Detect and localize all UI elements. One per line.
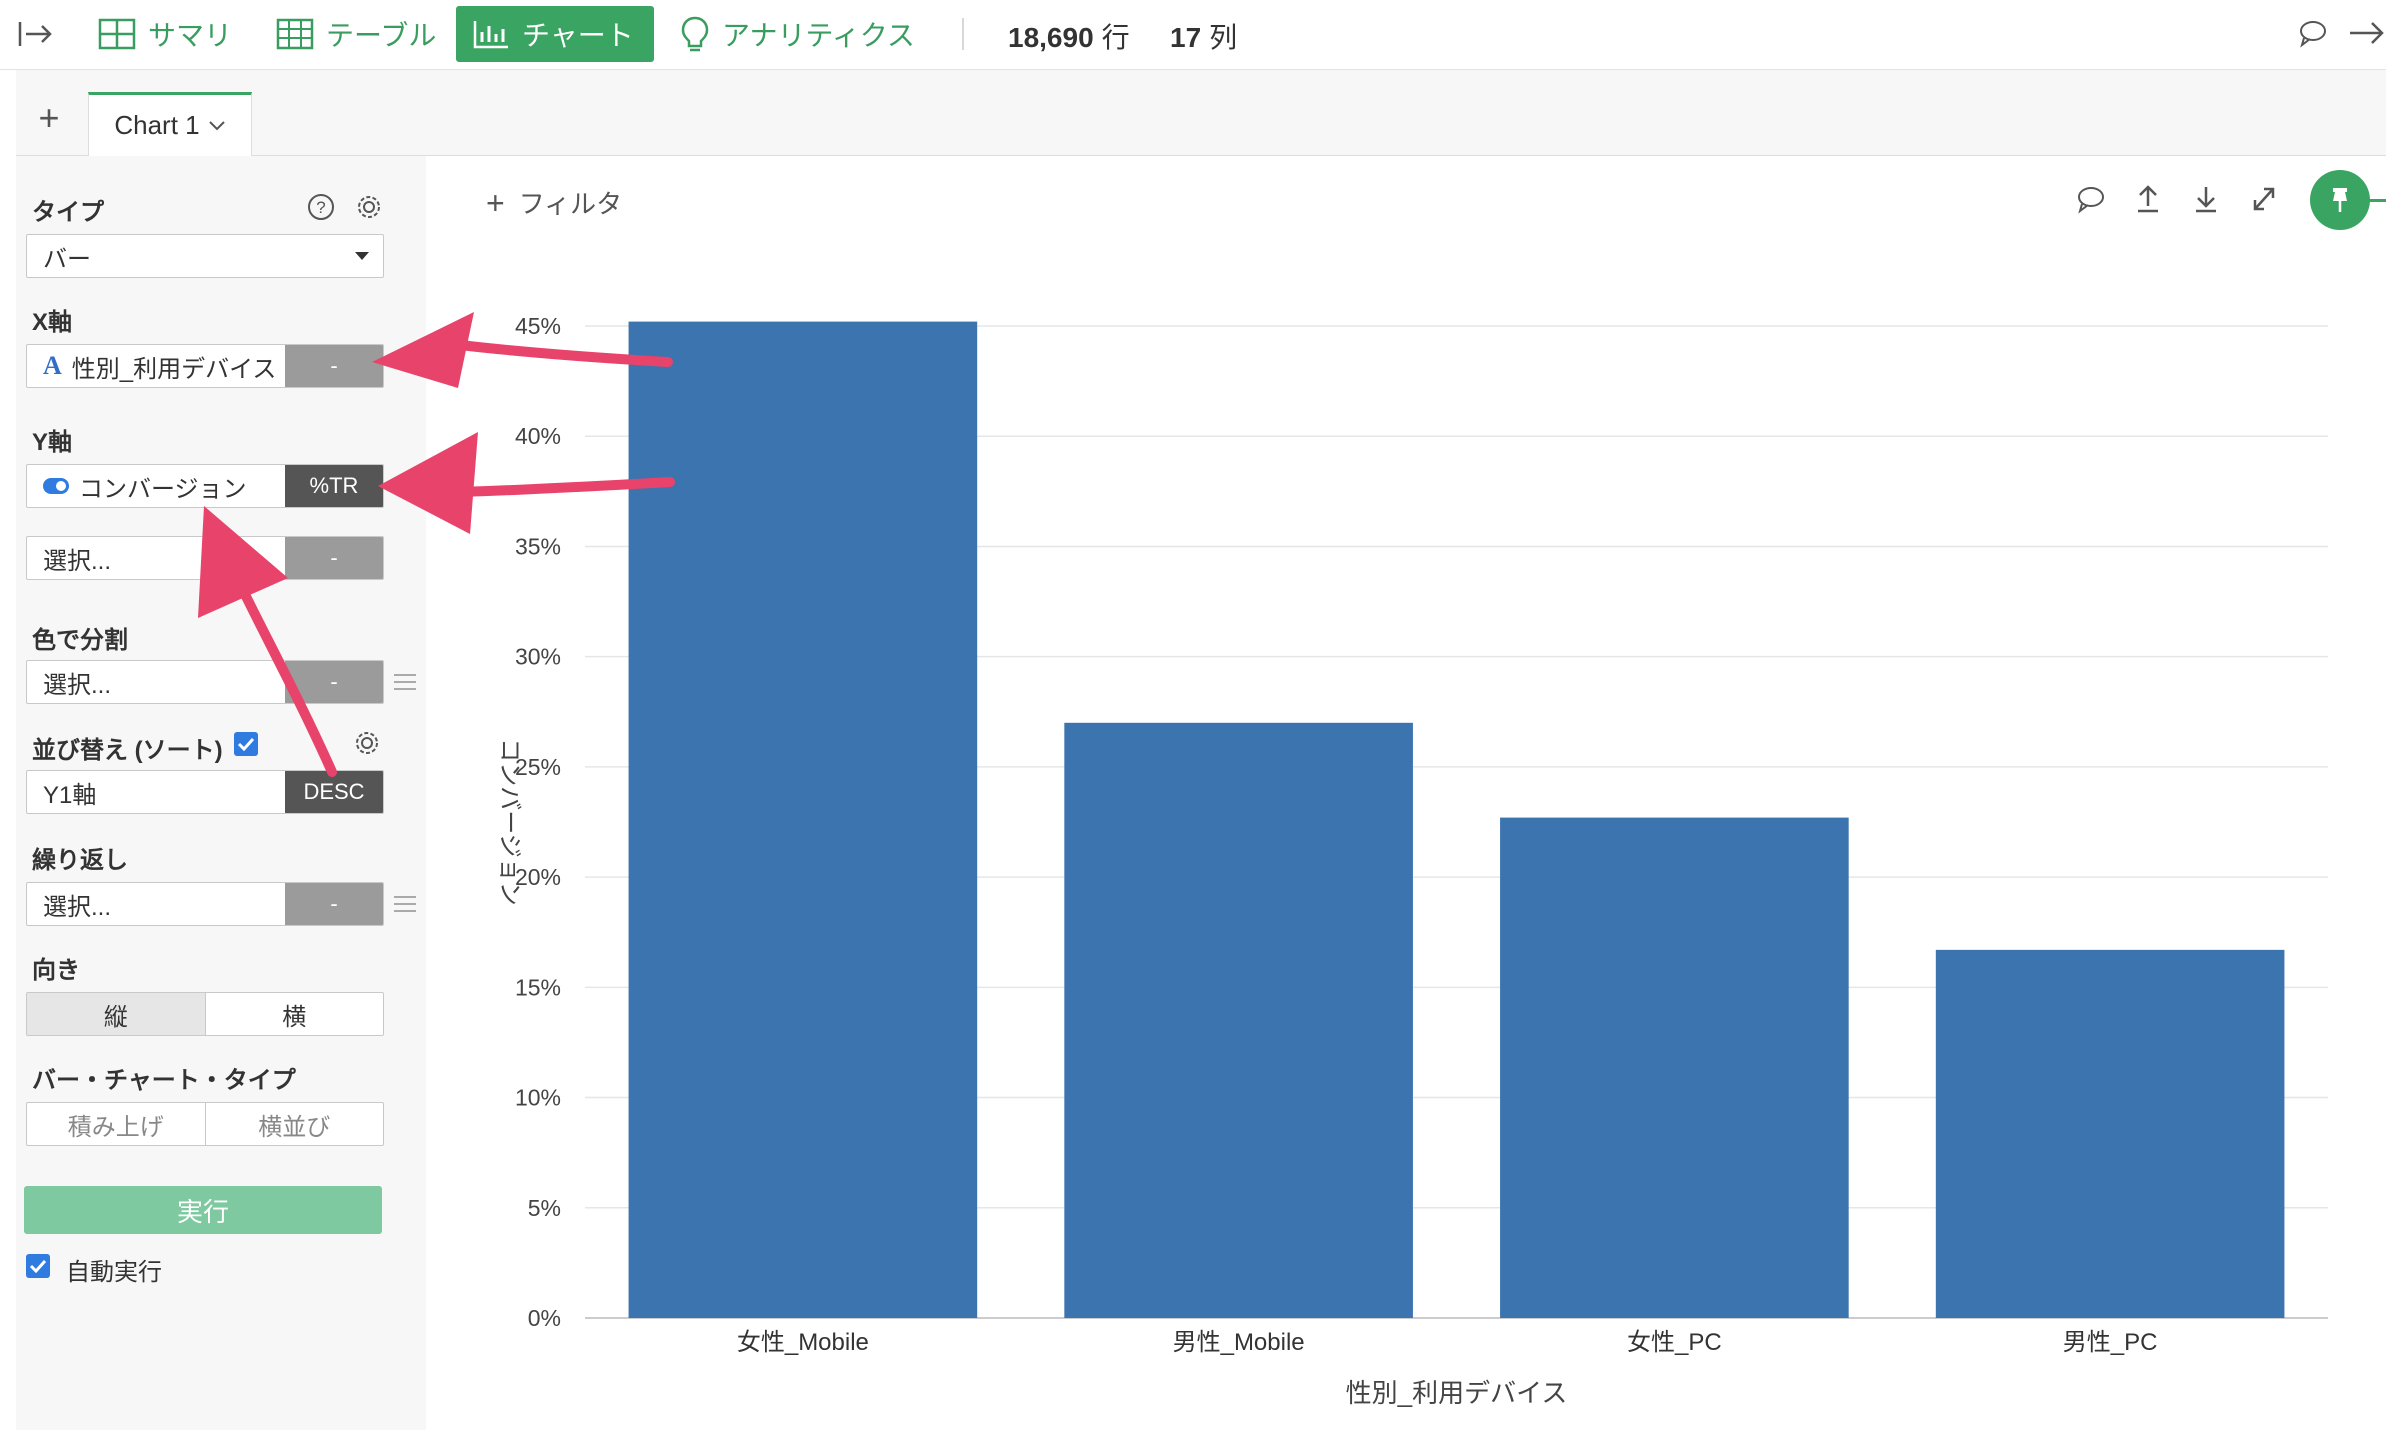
arrow-to-y-axis-field-icon (198, 506, 337, 777)
annotation-arrows (198, 312, 675, 777)
arrow-to-x-axis-icon (372, 312, 673, 388)
arrow-to-y-axis-icon (378, 432, 675, 534)
